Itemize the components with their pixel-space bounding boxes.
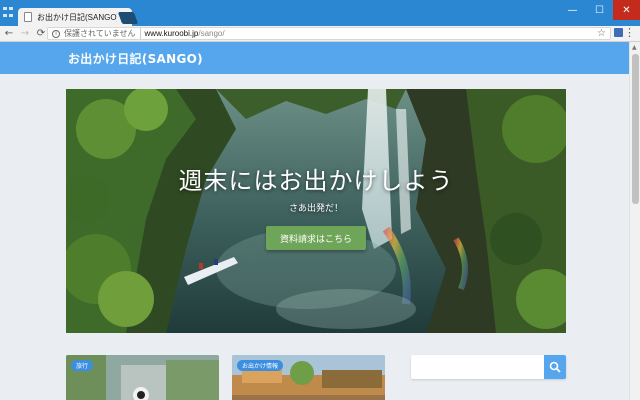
security-status: 保護されていません — [64, 28, 141, 39]
hero-banner: 週末にはお出かけしよう さあ出発だ！ 資料請求はこちら — [66, 89, 566, 333]
url-path: /sango/ — [198, 29, 225, 38]
forward-button[interactable]: → — [18, 27, 32, 41]
browser-toolbar: ← → ⟳ i 保護されていません www.kuroobi.jp /sango/… — [0, 26, 640, 42]
search-input[interactable] — [411, 355, 544, 379]
page-scrollbar[interactable]: ▲ — [629, 42, 640, 400]
extension-icon[interactable] — [614, 28, 623, 37]
new-tab-button[interactable] — [117, 12, 139, 24]
category-badge[interactable]: 旅行 — [71, 360, 94, 371]
browser-tab[interactable]: お出かけ日記(SANGO) | お出かけ × — [18, 8, 132, 26]
page-favicon-icon — [24, 12, 32, 22]
search-icon — [549, 361, 561, 373]
minimize-button[interactable]: — — [559, 0, 586, 20]
site-header: お出かけ日記(SANGO) — [0, 42, 629, 74]
url-host: www.kuroobi.jp — [144, 29, 199, 38]
scroll-thumb[interactable] — [632, 54, 639, 204]
hero-title: 週末にはお出かけしよう — [178, 167, 454, 195]
window-menu-icon[interactable] — [2, 6, 16, 20]
browser-titlebar: お出かけ日記(SANGO) | お出かけ × — ☐ ✕ — [0, 0, 640, 26]
maximize-button[interactable]: ☐ — [586, 0, 613, 20]
search-widget — [411, 355, 566, 379]
close-window-button[interactable]: ✕ — [613, 0, 640, 20]
request-info-button[interactable]: 資料請求はこちら — [266, 226, 366, 250]
tab-title: お出かけ日記(SANGO) | お出かけ — [37, 12, 118, 22]
bookmark-star-icon[interactable]: ☆ — [597, 28, 606, 40]
scroll-up-icon[interactable]: ▲ — [632, 44, 637, 51]
info-icon[interactable]: i — [52, 29, 60, 38]
hero-subtitle: さあ出発だ！ — [288, 204, 343, 214]
window-controls: — ☐ ✕ — [559, 0, 640, 20]
article-card[interactable]: お出かけ情報 — [232, 355, 385, 400]
search-button[interactable] — [544, 355, 566, 379]
article-card[interactable]: 旅行 — [66, 355, 219, 400]
browser-menu-icon[interactable]: ⋮ — [624, 27, 635, 39]
page-viewport: お出かけ日記(SANGO) 週末にはお出かけしよう さあ出発だ！ 資料請求はこち… — [0, 42, 640, 400]
category-badge[interactable]: お出かけ情報 — [237, 360, 284, 371]
site-title[interactable]: お出かけ日記(SANGO) — [68, 50, 203, 67]
reload-button[interactable]: ⟳ — [34, 27, 48, 41]
back-button[interactable]: ← — [2, 27, 16, 41]
address-bar[interactable]: i 保護されていません www.kuroobi.jp /sango/ ☆ — [47, 27, 611, 40]
